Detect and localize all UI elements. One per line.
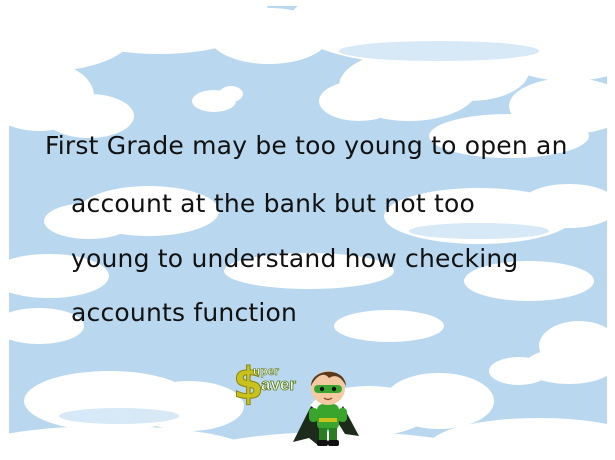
body-line-4: accounts function xyxy=(71,298,298,327)
slide: First Grade may be too young to open an … xyxy=(9,6,607,454)
super-saver-logo: $ uper aver xyxy=(231,358,381,453)
superhero-kid-icon xyxy=(293,371,359,446)
body-line-3: young to understand how checking xyxy=(71,244,519,273)
body-line-2: account at the bank but not too xyxy=(71,189,475,218)
body-line-1: First Grade may be too young to open an xyxy=(45,131,568,160)
